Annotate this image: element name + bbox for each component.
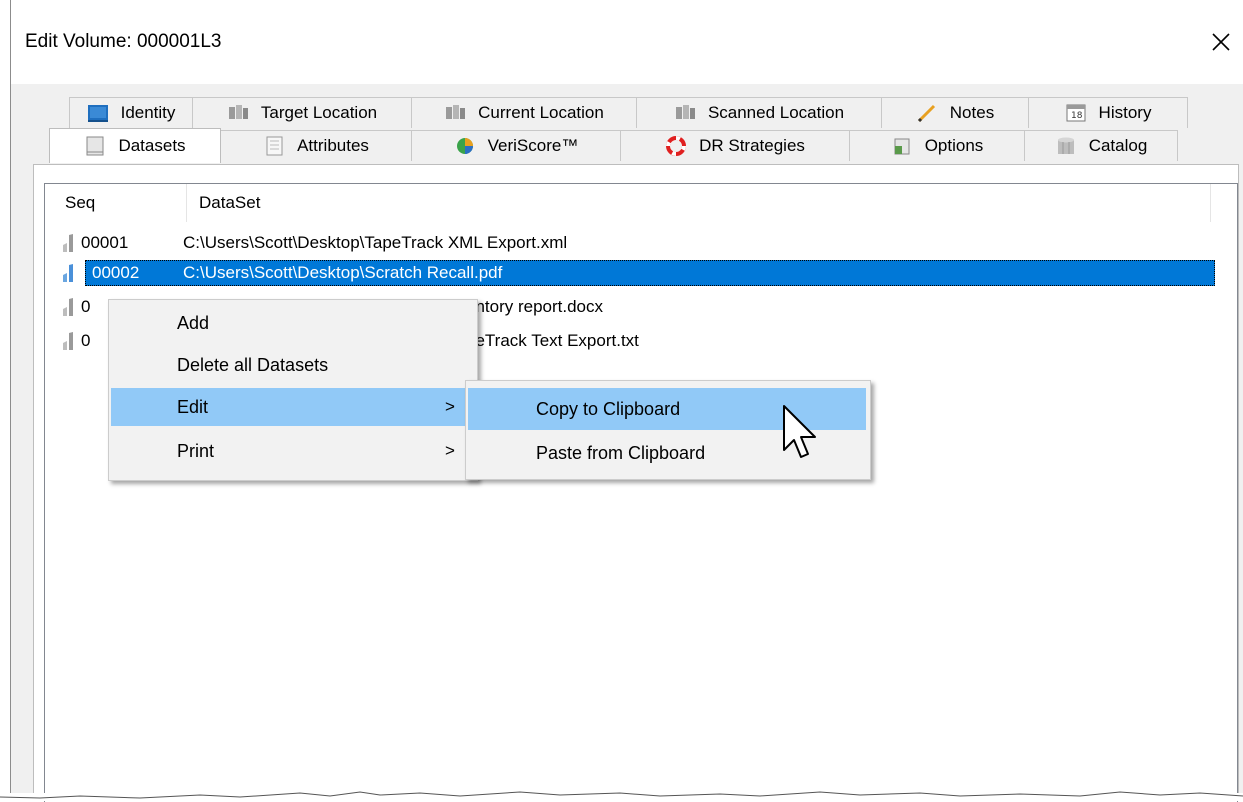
row-dataset: peTrack Text Export.txt [466, 331, 639, 350]
document-icon [63, 298, 73, 316]
tab-current-location[interactable]: Current Location [411, 97, 637, 128]
tab-catalog[interactable]: Catalog [1024, 130, 1178, 161]
veriscore-icon [454, 136, 476, 156]
document-icon [63, 264, 73, 282]
table-row[interactable]: 00001 C:\Users\Scott\Desktop\TapeTrack X… [45, 230, 1237, 256]
datasets-list[interactable]: Seq DataSet 00001 C:\Users\Scott\Desktop… [44, 183, 1238, 802]
tab-notes[interactable]: Notes [881, 97, 1029, 128]
submenu-arrow-icon: > [445, 441, 455, 460]
calendar-icon: 18 [1065, 103, 1087, 123]
identity-icon [87, 103, 109, 123]
row-dataset: C:\Users\Scott\Desktop\TapeTrack XML Exp… [183, 233, 568, 252]
document-icon [63, 234, 73, 252]
options-icon [891, 136, 913, 156]
tab-row-back: Identity Target Location Current Locatio… [69, 97, 1188, 128]
table-row-selected[interactable]: 00002 C:\Users\Scott\Desktop\Scratch Rec… [45, 260, 1237, 286]
tab-veriscore[interactable]: VeriScore™ [411, 130, 621, 161]
tab-scanned-location[interactable]: Scanned Location [636, 97, 882, 128]
document-icon [63, 332, 73, 350]
tab-dr-strategies[interactable]: DR Strategies [620, 130, 850, 161]
svg-text:18: 18 [1071, 111, 1083, 121]
mouse-cursor-icon [783, 405, 816, 458]
tab-attributes[interactable]: Attributes [220, 130, 412, 161]
submenu-arrow-icon: > [445, 397, 455, 416]
row-dataset: entory report.docx [466, 297, 604, 316]
current-location-icon [444, 103, 466, 123]
tab-row-front: Datasets Attributes VeriScore™ DR Strate… [49, 128, 1178, 163]
datasets-panel: Seq DataSet 00001 C:\Users\Scott\Desktop… [33, 164, 1239, 802]
lifebuoy-icon [665, 136, 687, 156]
close-button[interactable] [1198, 20, 1243, 64]
database-icon [1055, 136, 1077, 156]
title-bar: Edit Volume: 000001L3 [11, 0, 1243, 84]
menu-item-delete-all-datasets[interactable]: Delete all Datasets [111, 346, 475, 384]
tab-identity[interactable]: Identity [69, 97, 193, 128]
tab-options[interactable]: Options [849, 130, 1025, 161]
target-location-icon [227, 103, 249, 123]
context-menu: Add Delete all Datasets Edit > Print > [108, 299, 478, 481]
menu-item-edit[interactable]: Edit > [111, 388, 475, 426]
attributes-icon [263, 136, 285, 156]
column-separator[interactable] [1210, 184, 1211, 222]
tab-target-location[interactable]: Target Location [192, 97, 412, 128]
row-seq: 00001 [81, 233, 129, 252]
torn-edge [0, 791, 1243, 801]
tab-history[interactable]: 18 History [1028, 97, 1188, 128]
row-seq: 00002 [92, 263, 140, 282]
window-title: Edit Volume: 000001L3 [25, 31, 222, 52]
pencil-icon [916, 103, 938, 123]
tab-datasets[interactable]: Datasets [49, 128, 221, 163]
column-header-seq[interactable]: Seq [65, 184, 95, 222]
column-separator[interactable] [186, 184, 187, 222]
scanned-location-icon [674, 103, 696, 123]
datasets-icon [84, 136, 106, 156]
row-seq: 0 [81, 331, 91, 350]
close-icon [1212, 33, 1230, 51]
column-header-dataset[interactable]: DataSet [199, 184, 260, 222]
row-dataset: C:\Users\Scott\Desktop\Scratch Recall.pd… [183, 263, 503, 282]
menu-item-print[interactable]: Print > [111, 432, 475, 470]
row-seq: 0 [81, 297, 91, 316]
menu-item-add[interactable]: Add [111, 304, 475, 342]
